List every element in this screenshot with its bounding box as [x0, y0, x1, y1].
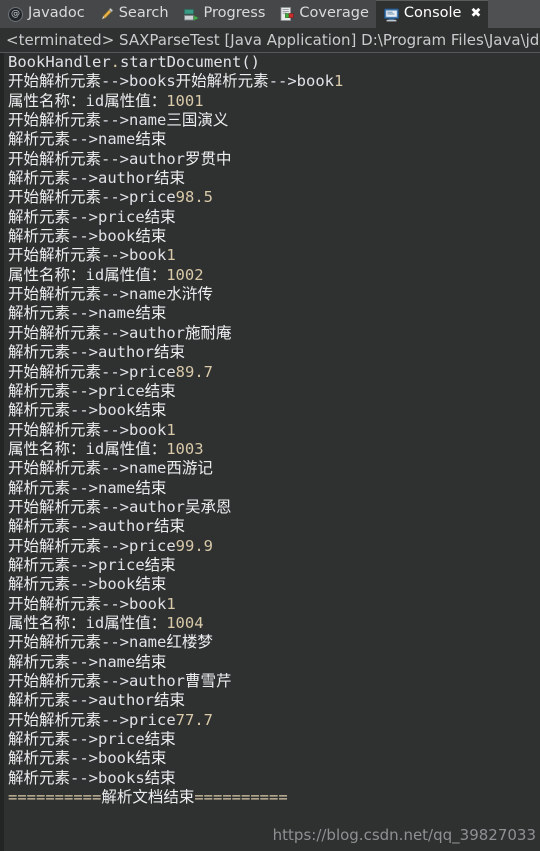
console-line: 解析元素-->books结束	[8, 768, 176, 787]
console-monitor-icon	[383, 8, 399, 22]
tab-coverage[interactable]: Coverage	[272, 0, 375, 28]
close-icon[interactable]: ✖	[470, 6, 481, 21]
view-tab-bar: @ Javadoc Search Progress Coverage Console ✖	[0, 0, 540, 28]
launch-configuration-label: <terminated> SAXParseTest [Java Applicat…	[0, 28, 540, 53]
console-line: 开始解析元素-->name三国演义	[8, 111, 229, 130]
console-line: 解析元素-->book结束	[8, 227, 167, 246]
console-line: 开始解析元素-->author曹雪芹	[8, 672, 232, 690]
console-line: 解析元素-->name结束	[8, 304, 167, 323]
console-line: 解析元素-->name结束	[8, 478, 167, 497]
console-line: 解析元素-->author结束	[8, 343, 186, 362]
console-line: 解析元素-->name结束	[8, 652, 167, 671]
console-line: 属性名称：id属性值：1004	[8, 613, 204, 632]
tab-console[interactable]: Console ✖	[375, 0, 489, 28]
console-line: 开始解析元素-->price77.7	[8, 710, 213, 729]
console-line: 解析元素-->book结束	[8, 401, 167, 420]
console-line: 解析元素-->price结束	[8, 730, 176, 749]
console-line: 开始解析元素-->author施耐庵	[8, 323, 232, 342]
javadoc-at-icon: @	[8, 6, 23, 22]
console-line: 开始解析元素-->name水浒传	[8, 285, 213, 304]
tab-label: Progress	[203, 4, 266, 21]
console-text-area[interactable]: BookHandler.startDocument() 开始解析元素-->book…	[4, 53, 540, 851]
console-line: 解析元素-->price结束	[8, 381, 176, 400]
console-line: 解析元素-->author结束	[8, 517, 186, 536]
console-line: 解析元素-->book结束	[8, 749, 167, 768]
tab-label: Javadoc	[28, 4, 85, 21]
console-line: ==========解析文档结束==========	[8, 788, 288, 807]
console-line: 解析元素-->book结束	[8, 575, 167, 594]
coverage-report-icon	[280, 7, 295, 21]
console-line: 解析元素-->author结束	[8, 169, 186, 188]
tab-label: Search	[118, 4, 169, 21]
tab-bar-empty-area	[488, 0, 540, 28]
console-line: 属性名称：id属性值：1002	[8, 265, 204, 284]
console-line: 开始解析元素-->book1	[8, 420, 176, 439]
console-line: 开始解析元素-->books开始解析元素-->book1	[8, 72, 344, 91]
tab-search[interactable]: Search	[92, 0, 176, 28]
console-line: 开始解析元素-->price99.9	[8, 536, 213, 555]
console-line: 开始解析元素-->name西游记	[8, 459, 213, 478]
tab-label: Coverage	[299, 4, 369, 21]
tab-label: Console	[403, 5, 462, 22]
console-line: 属性名称：id属性值：1001	[8, 91, 204, 110]
console-line: 解析元素-->price结束	[8, 207, 176, 226]
console-line: 开始解析元素-->price98.5	[8, 188, 213, 207]
console-line: 开始解析元素-->book1	[8, 246, 176, 265]
progress-bar-icon	[183, 8, 199, 21]
pencil-search-icon	[100, 7, 114, 21]
console-line: 开始解析元素-->book1	[8, 594, 176, 613]
console-line: BookHandler.startDocument()	[8, 53, 260, 71]
console-line: 开始解析元素-->name红楼梦	[8, 633, 213, 652]
tab-javadoc[interactable]: @ Javadoc	[0, 0, 92, 28]
console-line: 解析元素-->author结束	[8, 691, 186, 710]
console-line: 开始解析元素-->author吴承恩	[8, 497, 232, 516]
console-line: 属性名称：id属性值：1003	[8, 439, 204, 458]
console-line: 解析元素-->name结束	[8, 130, 167, 149]
tab-progress[interactable]: Progress	[176, 0, 273, 28]
console-output-panel[interactable]: BookHandler.startDocument() 开始解析元素-->book…	[0, 53, 540, 851]
console-line: 解析元素-->price结束	[8, 555, 176, 574]
console-line: 开始解析元素-->price89.7	[8, 362, 213, 381]
console-line: 开始解析元素-->author罗贯中	[8, 149, 232, 168]
